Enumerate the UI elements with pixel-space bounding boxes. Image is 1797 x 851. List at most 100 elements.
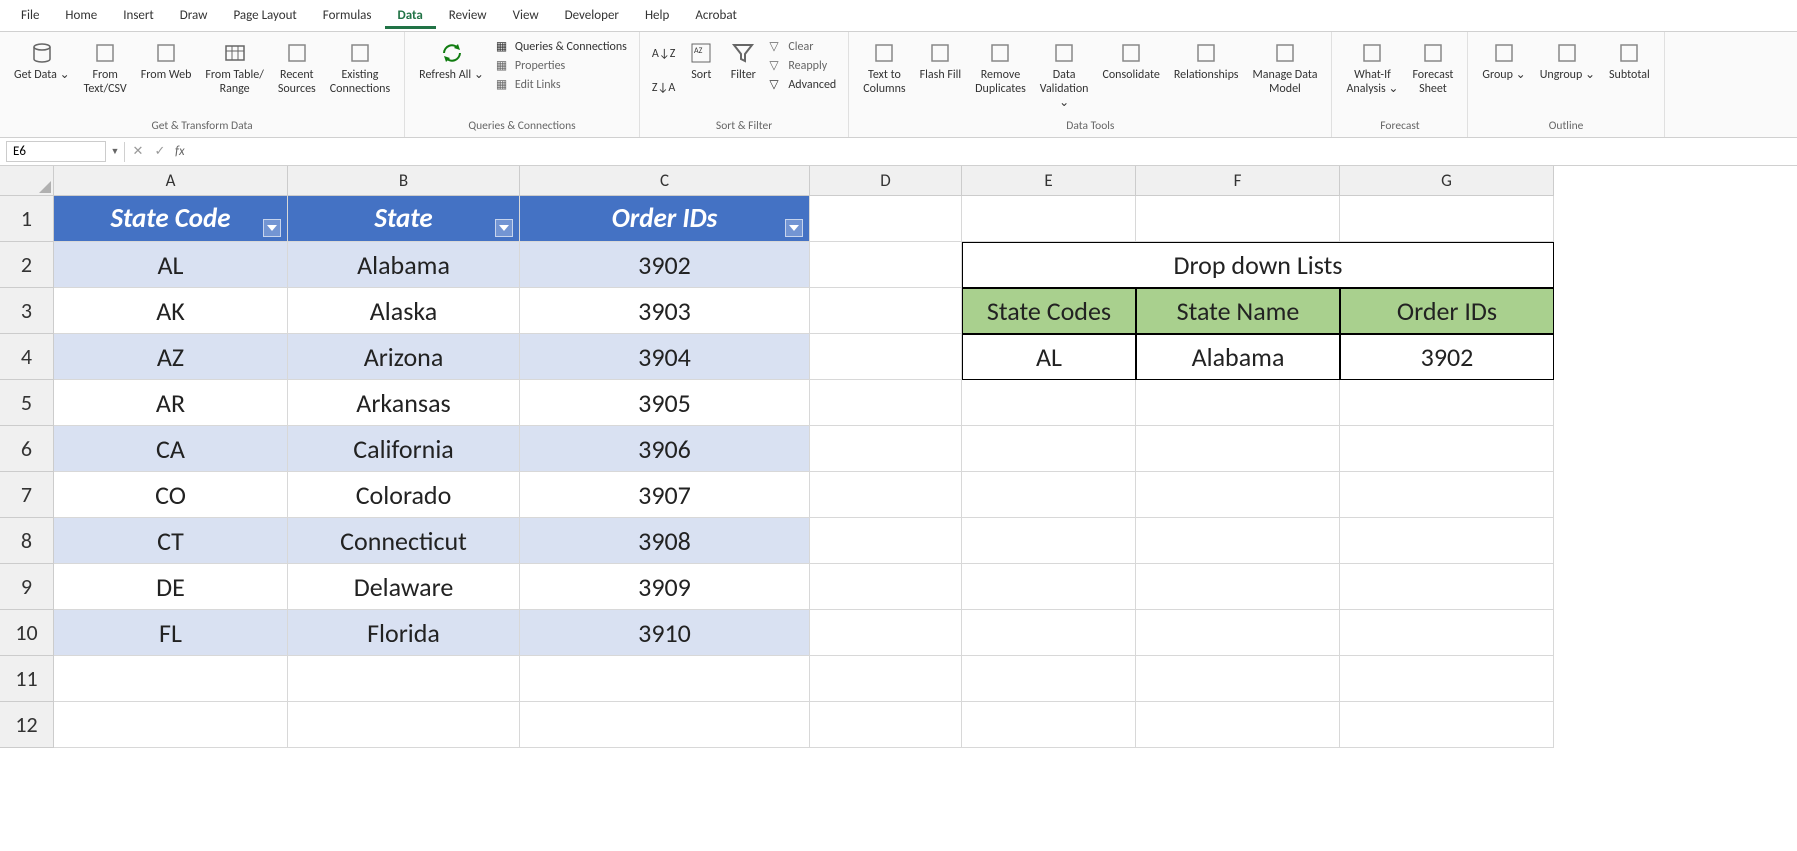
menu-view[interactable]: View [500, 2, 552, 29]
dt-btn-2[interactable]: RemoveDuplicates [969, 36, 1032, 101]
cell-A1[interactable]: State Code [54, 196, 288, 242]
cell-E11[interactable] [962, 656, 1136, 702]
cell-F3[interactable]: State Name [1136, 288, 1340, 334]
queries-small-0[interactable]: ▦Queries & Connections [492, 38, 631, 55]
menu-developer[interactable]: Developer [552, 2, 632, 29]
filter-dropdown-C[interactable] [785, 219, 803, 237]
fc-btn-1[interactable]: ForecastSheet [1406, 36, 1459, 101]
menu-review[interactable]: Review [436, 2, 500, 29]
cell-B3[interactable]: Alaska [288, 288, 520, 334]
cell-G7[interactable] [1340, 472, 1554, 518]
fx-icon[interactable]: fx [171, 144, 189, 159]
cell-F6[interactable] [1136, 426, 1340, 472]
cell-E10[interactable] [962, 610, 1136, 656]
filter-button[interactable]: Filter [723, 36, 763, 87]
cell-B5[interactable]: Arkansas [288, 380, 520, 426]
col-header-B[interactable]: B [288, 166, 520, 196]
cell-E4[interactable]: AL [962, 334, 1136, 380]
dt-btn-3[interactable]: DataValidation⌄ [1034, 36, 1095, 114]
cell-B7[interactable]: Colorado [288, 472, 520, 518]
menu-page-layout[interactable]: Page Layout [220, 2, 309, 29]
cell-D3[interactable] [810, 288, 962, 334]
gt-btn-0[interactable]: Get Data ⌄ [8, 36, 76, 87]
cell-F1[interactable] [1136, 196, 1340, 242]
row-header-7[interactable]: 7 [0, 472, 54, 518]
cell-G4[interactable]: 3902 [1340, 334, 1554, 380]
cell-E12[interactable] [962, 702, 1136, 748]
cell-A9[interactable]: DE [54, 564, 288, 610]
cell-D5[interactable] [810, 380, 962, 426]
cell-B11[interactable] [288, 656, 520, 702]
cell-D7[interactable] [810, 472, 962, 518]
row-header-2[interactable]: 2 [0, 242, 54, 288]
cell-B1[interactable]: State [288, 196, 520, 242]
ol-btn-2[interactable]: Subtotal [1603, 36, 1656, 87]
dt-btn-4[interactable]: Consolidate [1096, 36, 1165, 87]
cell-A2[interactable]: AL [54, 242, 288, 288]
cell-D4[interactable] [810, 334, 962, 380]
cell-C12[interactable] [520, 702, 810, 748]
cell-A5[interactable]: AR [54, 380, 288, 426]
fc-btn-0[interactable]: What-IfAnalysis ⌄ [1340, 36, 1404, 101]
col-header-E[interactable]: E [962, 166, 1136, 196]
cell-C1[interactable]: Order IDs [520, 196, 810, 242]
cell-A8[interactable]: CT [54, 518, 288, 564]
cell-D11[interactable] [810, 656, 962, 702]
col-header-D[interactable]: D [810, 166, 962, 196]
menu-data[interactable]: Data [385, 2, 436, 29]
cell-D1[interactable] [810, 196, 962, 242]
cell-G5[interactable] [1340, 380, 1554, 426]
cell-G1[interactable] [1340, 196, 1554, 242]
cell-A3[interactable]: AK [54, 288, 288, 334]
row-header-10[interactable]: 10 [0, 610, 54, 656]
select-all-corner[interactable] [0, 166, 54, 196]
menu-file[interactable]: File [8, 2, 52, 29]
cell-C8[interactable]: 3908 [520, 518, 810, 564]
cell-D2[interactable] [810, 242, 962, 288]
cell-E7[interactable] [962, 472, 1136, 518]
cell-G3[interactable]: Order IDs [1340, 288, 1554, 334]
cell-C5[interactable]: 3905 [520, 380, 810, 426]
cell-E8[interactable] [962, 518, 1136, 564]
col-header-F[interactable]: F [1136, 166, 1340, 196]
cell-D8[interactable] [810, 518, 962, 564]
cell-B12[interactable] [288, 702, 520, 748]
filter-dropdown-A[interactable] [263, 219, 281, 237]
row-header-4[interactable]: 4 [0, 334, 54, 380]
col-header-A[interactable]: A [54, 166, 288, 196]
cell-D12[interactable] [810, 702, 962, 748]
row-header-11[interactable]: 11 [0, 656, 54, 702]
dt-btn-0[interactable]: Text toColumns [857, 36, 911, 101]
cell-G6[interactable] [1340, 426, 1554, 472]
dt-btn-1[interactable]: Flash Fill [914, 36, 968, 87]
spreadsheet-grid[interactable]: ABCDEFG1State CodeStateOrder IDs2ALAlaba… [0, 166, 1797, 748]
ol-btn-0[interactable]: Group ⌄ [1476, 36, 1531, 87]
dt-btn-5[interactable]: Relationships [1168, 36, 1245, 87]
ol-btn-1[interactable]: Ungroup ⌄ [1534, 36, 1601, 87]
cell-C7[interactable]: 3907 [520, 472, 810, 518]
cell-E3[interactable]: State Codes [962, 288, 1136, 334]
row-header-12[interactable]: 12 [0, 702, 54, 748]
row-header-6[interactable]: 6 [0, 426, 54, 472]
cell-F9[interactable] [1136, 564, 1340, 610]
gt-btn-3[interactable]: From Table/Range [199, 36, 269, 101]
cell-C11[interactable] [520, 656, 810, 702]
cell-G9[interactable] [1340, 564, 1554, 610]
name-box[interactable] [6, 141, 106, 162]
col-header-G[interactable]: G [1340, 166, 1554, 196]
cell-B9[interactable]: Delaware [288, 564, 520, 610]
row-header-1[interactable]: 1 [0, 196, 54, 242]
sort-desc-button[interactable]: Z↓A [648, 80, 679, 96]
col-header-C[interactable]: C [520, 166, 810, 196]
cell-F7[interactable] [1136, 472, 1340, 518]
menu-help[interactable]: Help [632, 2, 682, 29]
cell-B2[interactable]: Alabama [288, 242, 520, 288]
cell-E5[interactable] [962, 380, 1136, 426]
menu-formulas[interactable]: Formulas [310, 2, 385, 29]
cell-G12[interactable] [1340, 702, 1554, 748]
cell-C3[interactable]: 3903 [520, 288, 810, 334]
cell-F8[interactable] [1136, 518, 1340, 564]
cell-C2[interactable]: 3902 [520, 242, 810, 288]
row-header-9[interactable]: 9 [0, 564, 54, 610]
gt-btn-4[interactable]: RecentSources [272, 36, 322, 101]
